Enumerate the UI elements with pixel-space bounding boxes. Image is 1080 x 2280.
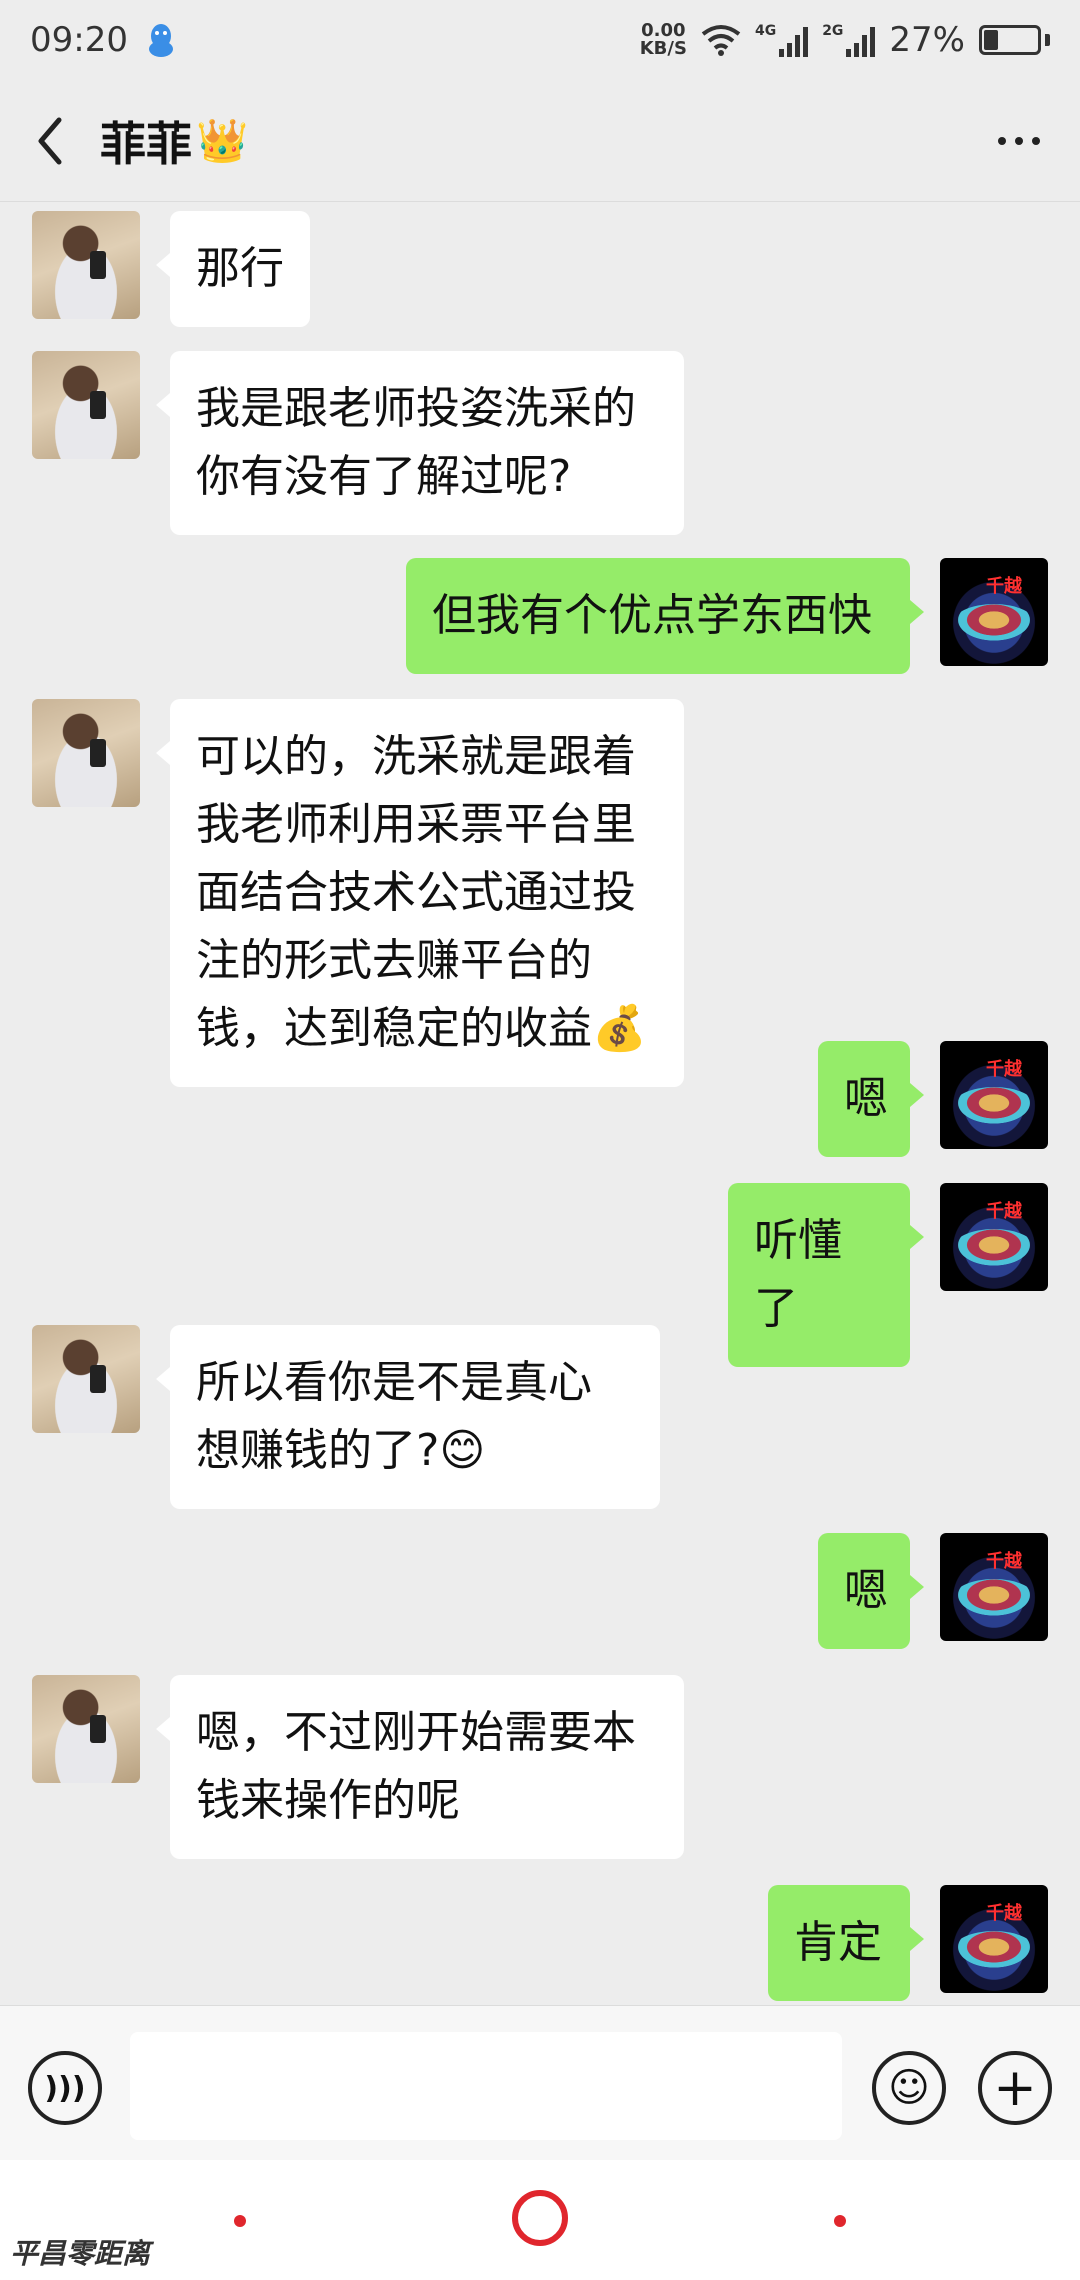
outgoing-message-bubble[interactable]: 嗯 bbox=[818, 1533, 924, 1649]
message-row: 千越 肯定 bbox=[0, 1885, 1080, 2001]
my-avatar-label: 千越 bbox=[986, 1903, 1022, 1924]
wifi-icon bbox=[701, 25, 741, 56]
my-avatar-label: 千越 bbox=[986, 1551, 1022, 1572]
emoji-button[interactable]: ☺ bbox=[872, 2051, 946, 2125]
chevron-left-icon bbox=[38, 117, 62, 164]
incoming-message-bubble[interactable]: 我是跟老师投姿洗采的 你有没有了解过呢? bbox=[156, 351, 684, 535]
nav-back-button[interactable] bbox=[234, 2215, 246, 2227]
incoming-message-bubble[interactable]: 所以看你是不是真心想赚钱的了?😊 bbox=[156, 1325, 660, 1509]
my-avatar[interactable]: 千越 bbox=[940, 1041, 1048, 1149]
message-row: 嗯，不过刚开始需要本钱来操作的呢 bbox=[0, 1675, 1080, 1859]
incoming-message-bubble[interactable]: 嗯，不过刚开始需要本钱来操作的呢 bbox=[156, 1675, 684, 1859]
status-bar: 09:20 0.00 KB/S 4G 2G 27% bbox=[0, 0, 1080, 80]
message-row: 可以的，洗采就是跟着我老师利用采票平台里面结合技术公式通过投注的形式去赚平台的钱… bbox=[0, 699, 1080, 1087]
input-bar: ))) ☺ + bbox=[0, 2005, 1080, 2160]
message-row: 千越 听懂了 bbox=[0, 1183, 1080, 1367]
contact-avatar[interactable] bbox=[32, 351, 140, 459]
contact-avatar[interactable] bbox=[32, 1325, 140, 1433]
battery-icon bbox=[979, 25, 1050, 55]
plus-circle-icon: + bbox=[993, 2058, 1037, 2118]
incoming-message-bubble[interactable]: 那行 bbox=[156, 211, 310, 327]
system-nav-bar bbox=[0, 2160, 1080, 2280]
message-list[interactable]: 那行我是跟老师投姿洗采的 你有没有了解过呢? 千越 但我有个优点学东西快可以的，洗采… bbox=[0, 203, 1080, 2005]
message-input[interactable] bbox=[130, 2032, 842, 2140]
signal-sim1-icon: 4G bbox=[754, 23, 809, 57]
my-avatar[interactable]: 千越 bbox=[940, 1533, 1048, 1641]
more-dots-icon bbox=[998, 137, 1006, 145]
more-options-button[interactable] bbox=[988, 110, 1050, 172]
outgoing-message-bubble[interactable]: 嗯 bbox=[818, 1041, 924, 1157]
incoming-message-bubble[interactable]: 可以的，洗采就是跟着我老师利用采票平台里面结合技术公式通过投注的形式去赚平台的钱… bbox=[156, 699, 684, 1087]
message-row: 那行 bbox=[0, 211, 1080, 327]
more-actions-button[interactable]: + bbox=[978, 2051, 1052, 2125]
contact-name: 菲菲 bbox=[100, 116, 192, 171]
sim1-label: 4G bbox=[754, 23, 777, 39]
my-avatar-label: 千越 bbox=[986, 1201, 1022, 1222]
message-row: 千越 嗯 bbox=[0, 1533, 1080, 1649]
voice-icon: ))) bbox=[44, 2070, 86, 2106]
my-avatar[interactable]: 千越 bbox=[940, 558, 1048, 666]
network-speed: 0.00 KB/S bbox=[640, 22, 687, 58]
my-avatar-label: 千越 bbox=[986, 1059, 1022, 1080]
outgoing-message-bubble[interactable]: 但我有个优点学东西快 bbox=[406, 558, 924, 674]
chat-title: 菲菲 👑 bbox=[100, 108, 248, 174]
contact-avatar[interactable] bbox=[32, 1675, 140, 1783]
qq-penguin-icon bbox=[148, 24, 173, 57]
voice-input-button[interactable]: ))) bbox=[28, 2051, 102, 2125]
message-row: 千越 但我有个优点学东西快 bbox=[0, 558, 1080, 674]
status-time: 09:20 bbox=[30, 20, 128, 60]
chat-header: 菲菲 👑 bbox=[0, 80, 1080, 202]
my-avatar[interactable]: 千越 bbox=[940, 1183, 1048, 1291]
message-row: 我是跟老师投姿洗采的 你有没有了解过呢? bbox=[0, 351, 1080, 535]
my-avatar-label: 千越 bbox=[986, 576, 1022, 597]
signal-sim2-icon: 2G bbox=[822, 23, 876, 57]
nav-recents-button[interactable] bbox=[834, 2215, 846, 2227]
sim2-label: 2G bbox=[822, 23, 844, 39]
back-button[interactable] bbox=[0, 80, 100, 202]
outgoing-message-bubble[interactable]: 肯定 bbox=[768, 1885, 924, 2001]
nav-home-button[interactable] bbox=[512, 2190, 568, 2246]
contact-avatar[interactable] bbox=[32, 211, 140, 319]
crown-emoji: 👑 bbox=[196, 115, 249, 165]
watermark: 平昌零距离 bbox=[10, 2237, 151, 2270]
contact-avatar[interactable] bbox=[32, 699, 140, 807]
battery-percent: 27% bbox=[889, 20, 965, 60]
message-row: 千越 嗯 bbox=[0, 1041, 1080, 1157]
emoji-smile-icon: ☺ bbox=[888, 2065, 930, 2111]
net-speed-unit: KB/S bbox=[639, 38, 687, 59]
my-avatar[interactable]: 千越 bbox=[940, 1885, 1048, 1993]
message-row: 所以看你是不是真心想赚钱的了?😊 bbox=[0, 1325, 1080, 1509]
